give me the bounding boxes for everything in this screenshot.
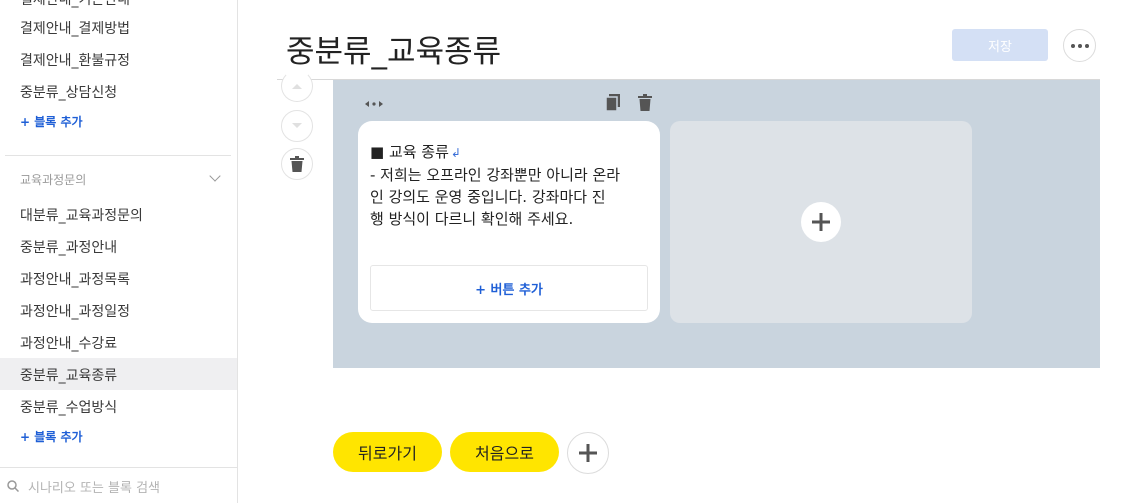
move-up-button[interactable] bbox=[281, 70, 313, 102]
add-card-button[interactable] bbox=[801, 202, 841, 242]
sidebar-group-label[interactable]: 교육과정문의 bbox=[20, 171, 86, 188]
sidebar-item-course-inquiry[interactable]: 대분류_교육과정문의 bbox=[20, 205, 143, 225]
chevron-down-icon[interactable] bbox=[209, 170, 221, 182]
sidebar-item-class-method[interactable]: 중분류_수업방식 bbox=[20, 397, 117, 417]
sidebar-item-course-guide[interactable]: 중분류_과정안내 bbox=[20, 237, 117, 257]
plus-icon bbox=[579, 444, 597, 462]
more-dot-icon bbox=[1084, 43, 1089, 48]
sidebar: 결제안내_기본안내 결제안내_결제방법 결제안내_환불규정 중분류_상담신청 +… bbox=[0, 0, 238, 503]
add-card-placeholder[interactable] bbox=[670, 121, 972, 323]
sidebar-search[interactable]: 시나리오 또는 블록 검색 bbox=[0, 467, 237, 503]
card-body-line: 인 강의도 운영 중입니다. 강좌마다 진 bbox=[370, 188, 606, 206]
sidebar-item-course-list[interactable]: 과정안내_과정목록 bbox=[20, 269, 130, 289]
more-options-button[interactable] bbox=[1063, 29, 1096, 62]
delete-block-button[interactable] bbox=[281, 148, 313, 180]
sidebar-item-education-type[interactable]: 중분류_교육종류 bbox=[20, 365, 117, 385]
sidebar-item-tuition[interactable]: 과정안내_수강료 bbox=[20, 333, 117, 353]
sidebar-divider bbox=[5, 155, 231, 156]
trash-icon bbox=[290, 156, 304, 172]
page-title: 중분류_교육종류 bbox=[286, 34, 502, 70]
sidebar-item-course-schedule[interactable]: 과정안내_과정일정 bbox=[20, 301, 130, 321]
card-body-line: - 저희는 오프라인 강좌뿐만 아니라 온라 bbox=[370, 166, 621, 184]
add-block-link-2[interactable]: + 블록 추가 bbox=[20, 428, 83, 445]
sidebar-item-refund-policy[interactable]: 결제안내_환불규정 bbox=[20, 50, 130, 70]
drag-handle-icon[interactable] bbox=[365, 99, 383, 109]
add-button-button[interactable]: + 버튼 추가 bbox=[370, 265, 648, 311]
quick-reply-home[interactable]: 처음으로 bbox=[450, 432, 559, 472]
search-icon bbox=[7, 480, 19, 492]
enter-icon: ↲ bbox=[450, 146, 461, 160]
save-button[interactable]: 저장 bbox=[952, 29, 1048, 61]
copy-icon[interactable] bbox=[605, 94, 621, 112]
add-block-link[interactable]: + 블록 추가 bbox=[20, 113, 83, 130]
move-down-button[interactable] bbox=[281, 110, 313, 142]
sidebar-item-payment-method[interactable]: 결제안내_결제방법 bbox=[20, 18, 130, 38]
sidebar-item-consult-request[interactable]: 중분류_상담신청 bbox=[20, 82, 117, 102]
more-dot-icon bbox=[1070, 43, 1075, 48]
text-card[interactable]: ■ 교육 종류 ↲ - 저희는 오프라인 강좌뿐만 아니라 온라 인 강의도 운영… bbox=[358, 121, 660, 323]
card-text[interactable]: ■ 교육 종류 ↲ - 저희는 오프라인 강좌뿐만 아니라 온라 인 강의도 운영… bbox=[370, 141, 642, 230]
sidebar-item-partial[interactable]: 결제안내_기본안내 bbox=[20, 0, 130, 9]
search-input[interactable]: 시나리오 또는 블록 검색 bbox=[28, 477, 160, 496]
trash-icon[interactable] bbox=[638, 94, 652, 111]
chevron-down-icon bbox=[292, 123, 302, 128]
more-dot-icon bbox=[1077, 43, 1082, 48]
chevron-up-icon bbox=[292, 84, 302, 89]
card-heading: ■ 교육 종류 bbox=[370, 143, 449, 161]
add-quick-reply-button[interactable] bbox=[567, 432, 609, 474]
quick-reply-back[interactable]: 뒤로가기 bbox=[333, 432, 442, 472]
card-body-line: 행 방식이 다르니 확인해 주세요. bbox=[370, 210, 574, 228]
plus-icon bbox=[812, 213, 830, 231]
